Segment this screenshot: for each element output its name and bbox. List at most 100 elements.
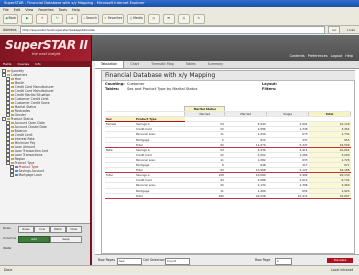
forward-button[interactable]: ▶ (21, 14, 34, 24)
folder-icon (11, 85, 14, 89)
search-label: Search (86, 16, 97, 20)
sidebar-tab-fields[interactable]: Fields (0, 61, 15, 67)
back-button[interactable]: ◀ Back (3, 14, 19, 24)
cell-selection-label: Cell Selection (143, 258, 165, 262)
folder-icon (11, 153, 14, 157)
table-panel: Financial Database with x/y Mapping Coun… (101, 70, 355, 254)
main-content: Tabulation Chart Thematic Map Tables Sum… (95, 61, 359, 266)
field-item-icon (15, 169, 18, 173)
media-icon: ♫ (129, 16, 133, 20)
window-titlebar: SuperSTAR - Financial Database with x/y … (0, 0, 359, 7)
sidebar-tab-info[interactable]: Info (32, 61, 44, 67)
folder-icon (11, 149, 14, 153)
refresh-button[interactable]: ↻ (51, 14, 64, 24)
rows-label: Rows (3, 226, 11, 230)
table-cell: 10,474 (266, 193, 309, 199)
tabulate-button[interactable]: Tabulate (327, 258, 353, 263)
stop-button[interactable]: ✕ (36, 14, 49, 24)
status-bar: Done Local intranet (0, 265, 359, 274)
home-button[interactable]: ⌂ (66, 14, 79, 24)
field-item-icon (15, 173, 18, 177)
folder-icon (7, 73, 10, 77)
favorites-button[interactable]: ★ Favorites (101, 14, 125, 24)
folder-icon (11, 121, 14, 125)
swap-button[interactable]: Swap (50, 236, 82, 243)
header-link-contents[interactable]: Contents (289, 54, 304, 58)
superstar-logo: SuperSTAR II the next insight (0, 35, 92, 61)
tab-thematic-map[interactable]: Thematic Map (145, 61, 180, 68)
mail-icon: ✉ (167, 16, 171, 20)
tab-tables[interactable]: Tables (180, 61, 202, 68)
folder-icon (7, 117, 10, 121)
star-icon: ★ (103, 16, 107, 20)
table-body: Female Savings A 54 5,044 2,991 10,129 Credit … (105, 121, 351, 199)
folder-icon (11, 129, 14, 133)
table-cell: 32,697 (308, 193, 351, 199)
folder-icon (11, 157, 14, 161)
header-links: Contents Preferences Logout Help (289, 54, 353, 58)
header-link-logout[interactable]: Logout (331, 54, 343, 58)
media-label: Media (133, 16, 143, 20)
header-link-preferences[interactable]: Preferences (308, 54, 328, 58)
folder-icon (11, 125, 14, 129)
forward-icon: ▶ (25, 16, 29, 20)
folder-icon (11, 89, 14, 93)
add-cols-button[interactable]: Cols (34, 226, 50, 233)
add-wafer-button[interactable]: Wafer (50, 226, 66, 233)
expand-toggle-icon[interactable] (10, 173, 14, 177)
address-label: Address (3, 27, 17, 32)
print-icon: ⎙ (182, 16, 185, 20)
search-icon: ⌕ (83, 16, 86, 20)
address-bar: Address http://superstar.host/superstar/… (0, 25, 359, 34)
edit-button[interactable]: ✎ (192, 14, 205, 24)
tables-label: Tables: (105, 86, 120, 91)
add-button[interactable]: Add (18, 236, 50, 243)
field-tree: Quantity Customers Year Month Credit Card Ma… (0, 67, 90, 177)
folder-icon (11, 81, 14, 85)
print-button[interactable]: ⎙ (177, 14, 190, 24)
row-page-label: Row Page (255, 258, 271, 262)
mail-button[interactable]: ✉ (162, 14, 175, 24)
tables-value: Sex and Product Type by Marital Status (127, 86, 198, 91)
folder-icon (11, 113, 14, 117)
table-cell: 22,038 (224, 193, 267, 199)
media-button[interactable]: ♫ Media (127, 14, 145, 24)
table-row: Total 185 22,038 10,474 32,697 (105, 193, 351, 199)
folder-icon (11, 97, 14, 101)
folder-icon (11, 133, 14, 137)
history-button[interactable]: ◷ (147, 14, 160, 24)
cross-tab-table: Marital Status Married Married Single To… (105, 105, 351, 199)
folder-icon (11, 101, 14, 105)
panel-title: Financial Database with x/y Mapping (102, 71, 355, 81)
tab-tabulation[interactable]: Tabulation (95, 61, 125, 68)
row-page-select[interactable]: 1 (275, 258, 292, 265)
tab-chart[interactable]: Chart (124, 61, 145, 68)
links-button[interactable]: Links (347, 28, 355, 32)
favorites-label: Favorites (107, 16, 123, 20)
folder-icon (7, 69, 10, 73)
add-rows-button[interactable]: Rows (18, 226, 34, 233)
history-icon: ◷ (152, 16, 156, 20)
edit-icon: ✎ (197, 16, 201, 20)
tree-node[interactable]: Mortgage Loan (2, 173, 88, 177)
header-link-help[interactable]: Help (345, 54, 353, 58)
tab-summary[interactable]: Summary (202, 61, 229, 68)
cell-selection-select[interactable]: Count (165, 258, 190, 265)
table-meta-right: Layout: Filters: (262, 82, 284, 91)
counting-value: Customer (127, 82, 145, 86)
search-button[interactable]: ⌕ Search (81, 14, 99, 24)
sidebar-tab-queries[interactable]: Queries (15, 61, 33, 67)
logo-brand: SuperSTAR II (5, 38, 88, 52)
address-input[interactable]: http://superstar.host/superstar/webapp/t… (19, 25, 326, 34)
field-sidebar: Fields Queries Info Quantity Customers Yea… (0, 61, 92, 265)
main-tabs: Tabulation Chart Thematic Map Tables Sum… (95, 61, 359, 69)
field-item-icon (15, 165, 18, 169)
table-cell: 185 (184, 193, 225, 199)
window-title: SuperSTAR - Financial Database with x/y … (4, 1, 145, 5)
table-meta: Counting: Customer Tables: Sex and Product… (105, 82, 197, 91)
row-pages-select[interactable]: Sex (117, 258, 142, 265)
clear-button[interactable]: Clear (66, 226, 82, 233)
tree-node-label: Mortgage Loan (18, 173, 42, 177)
go-button[interactable]: Go (328, 25, 341, 34)
folder-icon (11, 77, 14, 81)
